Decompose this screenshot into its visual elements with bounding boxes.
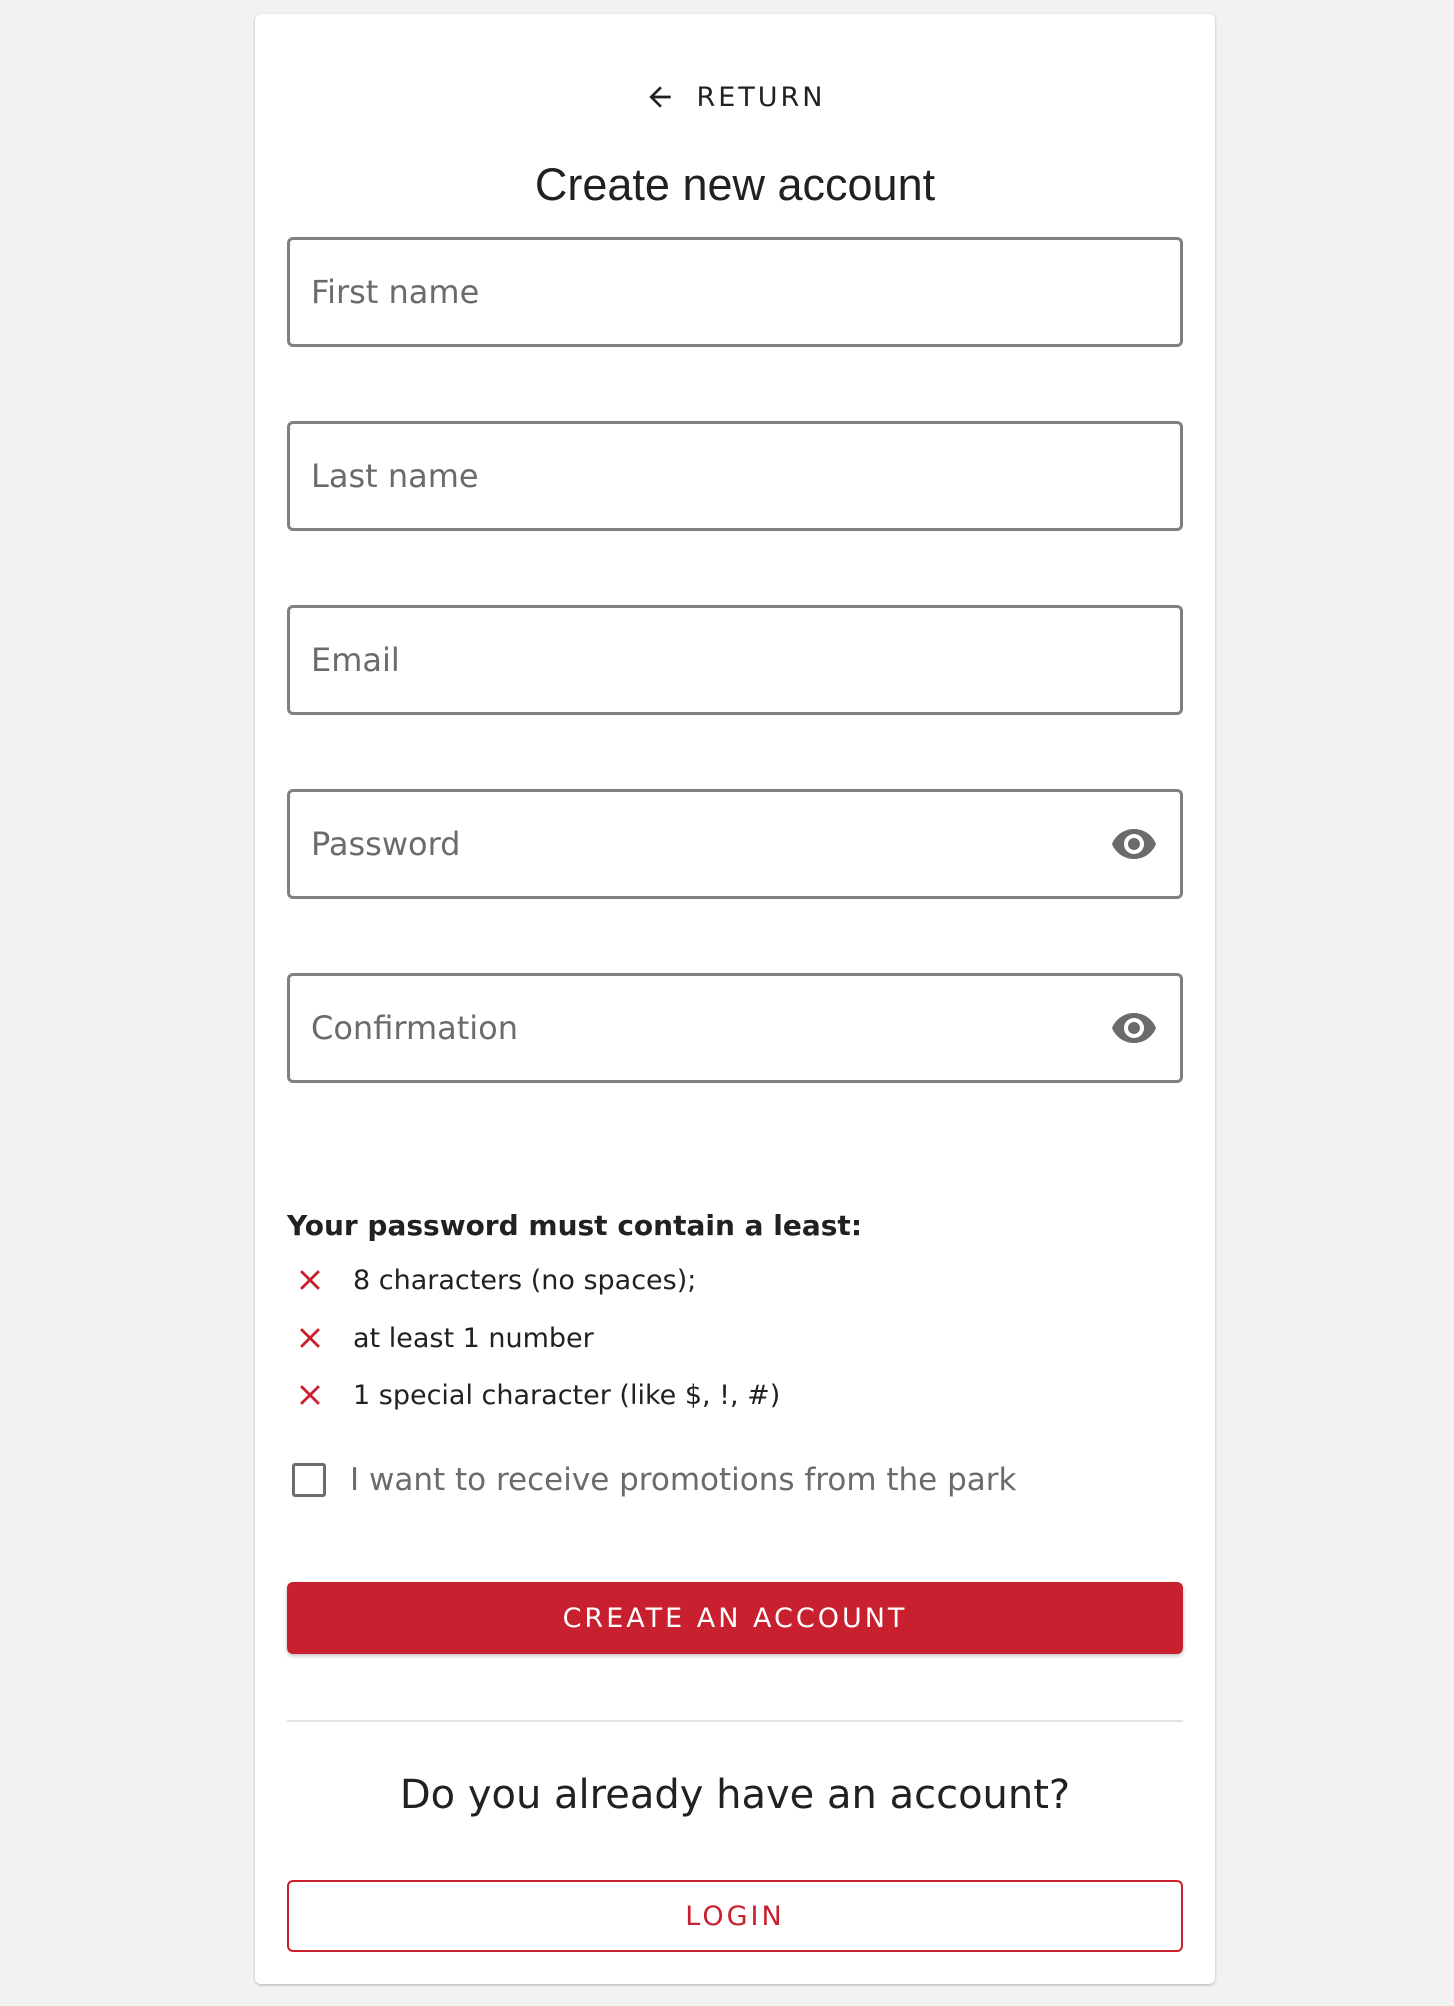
create-account-button[interactable]: CREATE AN ACCOUNT [287,1582,1183,1654]
return-link[interactable]: RETURN [255,62,1215,132]
existing-account-question: Do you already have an account? [399,1772,1071,1818]
page-title: Create new account [534,159,936,210]
last-name-field[interactable] [287,421,1183,531]
eye-icon[interactable] [1110,1004,1158,1052]
confirmation-input[interactable] [290,976,1110,1080]
promotions-label: I want to receive promotions from the pa… [350,1462,1017,1498]
password-rule-text: at least 1 number [353,1322,594,1354]
password-rule: at least 1 number [293,1318,594,1358]
email-field[interactable] [287,605,1183,715]
password-rule-text: 8 characters (no spaces); [353,1264,697,1296]
password-rule: 8 characters (no spaces); [293,1260,696,1300]
password-input[interactable] [290,792,1110,896]
close-x-icon [293,1321,327,1355]
confirmation-field[interactable] [287,973,1183,1083]
first-name-field[interactable] [287,237,1183,347]
promotions-checkbox[interactable] [292,1463,326,1497]
signup-card: RETURN Create new account Your password … [255,14,1215,1984]
eye-icon[interactable] [1110,820,1158,868]
arrow-left-icon [644,81,676,113]
password-rule-text: 1 special character (like $, !, #) [353,1379,781,1411]
password-rule: 1 special character (like $, !, #) [293,1375,780,1415]
email-input[interactable] [290,608,1180,712]
login-button[interactable]: LOGIN [287,1880,1183,1952]
password-field[interactable] [287,789,1183,899]
password-rules-title: Your password must contain a least: [287,1209,863,1242]
last-name-input[interactable] [290,424,1180,528]
divider [287,1720,1183,1722]
first-name-input[interactable] [290,240,1180,344]
close-x-icon [293,1263,327,1297]
promotions-option[interactable]: I want to receive promotions from the pa… [292,1462,1016,1498]
return-label: RETURN [696,81,826,113]
close-x-icon [293,1378,327,1412]
